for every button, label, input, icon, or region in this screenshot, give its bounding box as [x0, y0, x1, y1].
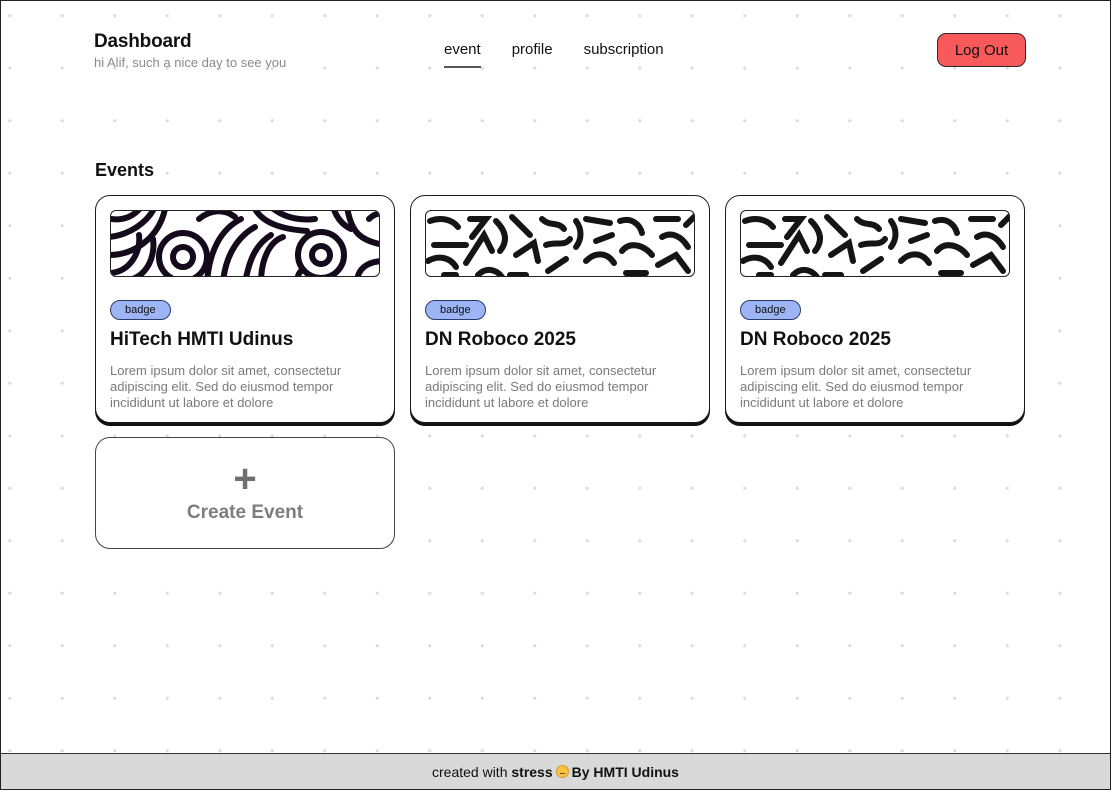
- event-title: DN Roboco 2025: [425, 329, 576, 350]
- page-footer: created with stress By HMTI Udinus: [1, 753, 1110, 789]
- logout-button[interactable]: Log Out: [937, 33, 1026, 67]
- event-card[interactable]: badge HiTech HMTI Udinus Lorem ipsum dol…: [95, 195, 395, 423]
- event-card[interactable]: badge DN Roboco 2025 Lorem ipsum dolor s…: [725, 195, 1025, 423]
- event-title: HiTech HMTI Udinus: [110, 329, 294, 350]
- nav-tab-subscription[interactable]: subscription: [584, 41, 664, 66]
- event-banner-image: [110, 210, 380, 277]
- swirl-pattern: [111, 211, 379, 276]
- event-badge: badge: [110, 300, 171, 320]
- plus-icon: +: [233, 457, 257, 501]
- nav-tab-profile[interactable]: profile: [512, 41, 553, 66]
- event-title: DN Roboco 2025: [740, 329, 891, 350]
- event-description: Lorem ipsum dolor sit amet, consectetur …: [110, 363, 342, 410]
- brand-block: Dashboard hi Alif, such a nice day to se…: [94, 31, 286, 70]
- nav-tab-event[interactable]: event: [444, 41, 481, 68]
- event-banner-image: [425, 210, 695, 277]
- event-description: Lorem ipsum dolor sit amet, consectetur …: [425, 363, 657, 410]
- squiggle-pattern: [741, 212, 1009, 276]
- expressionless-face-icon: [555, 765, 569, 778]
- squiggle-pattern: [426, 212, 694, 276]
- event-description: Lorem ipsum dolor sit amet, consectetur …: [740, 363, 972, 410]
- greeting-text: hi Alif, such a nice day to see you: [94, 55, 287, 70]
- events-section-title: Events: [95, 160, 155, 180]
- event-badge: badge: [740, 300, 801, 320]
- footer-prefix: created with: [432, 763, 508, 780]
- footer-author: By HMTI Udinus: [571, 763, 679, 780]
- event-card[interactable]: badge DN Roboco 2025 Lorem ipsum dolor s…: [410, 195, 710, 423]
- create-event-label: Create Event: [186, 502, 304, 523]
- main-nav: event profile subscription: [444, 41, 664, 68]
- page-title: Dashboard: [94, 31, 192, 52]
- event-banner-image: [740, 210, 1010, 277]
- create-event-button[interactable]: + Create Event: [95, 437, 395, 549]
- footer-stress-text: stress: [511, 763, 553, 780]
- event-badge: badge: [425, 300, 486, 320]
